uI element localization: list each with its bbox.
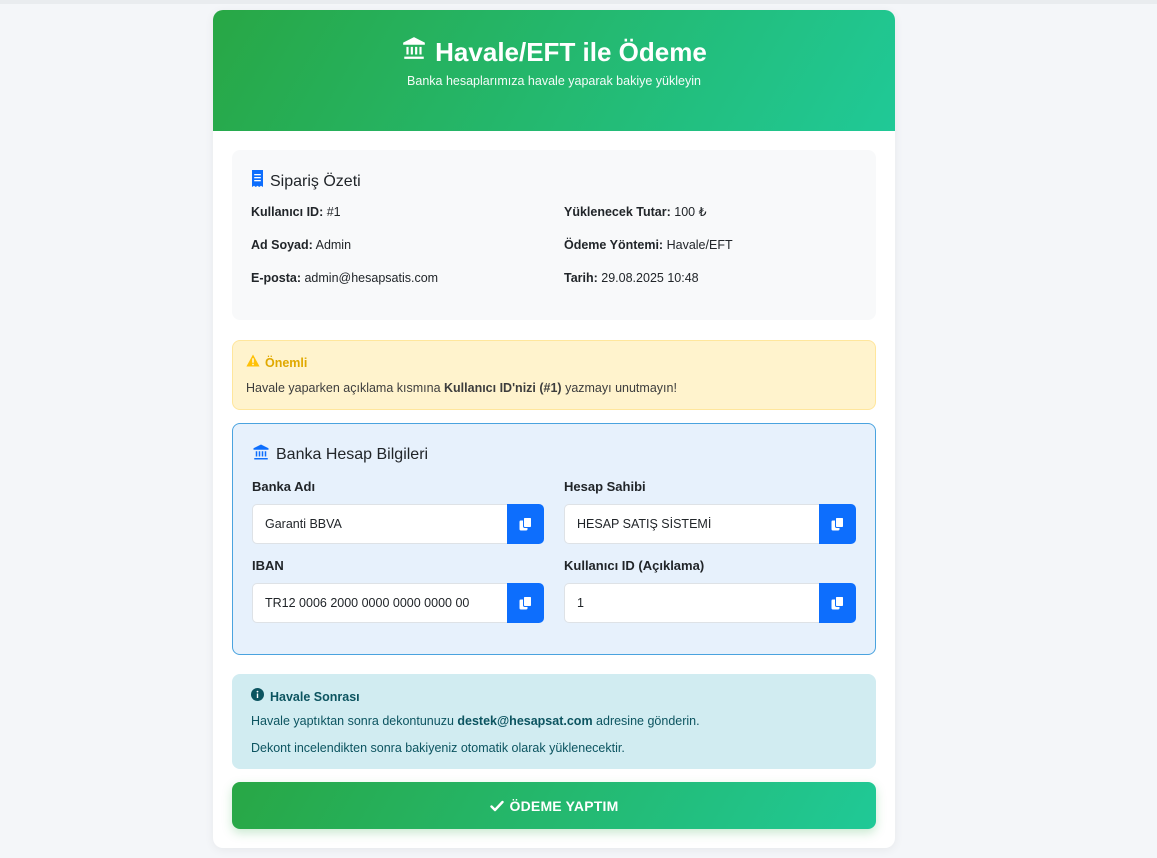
after-transfer-info: Havale Sonrası Havale yaptıktan sonra de… bbox=[232, 674, 876, 769]
payment-body: Sipariş Özeti Kullanıcı ID: #1 Yüklenece… bbox=[213, 131, 895, 829]
important-alert: Önemli Havale yaparken açıklama kısmına … bbox=[232, 340, 876, 410]
summary-date: Tarih: 29.08.2025 10:48 bbox=[564, 271, 857, 286]
account-holder-label: Hesap Sahibi bbox=[564, 479, 646, 494]
after-line1-before: Havale yaptıktan sonra dekontunuzu bbox=[251, 714, 458, 728]
bank-name-label: Banka Adı bbox=[252, 479, 316, 494]
payment-done-label: ÖDEME YAPTIM bbox=[509, 797, 619, 814]
copy-icon bbox=[519, 517, 532, 531]
page-subtitle: Banka hesaplarımıza havale yaparak bakiy… bbox=[407, 74, 701, 88]
user-id-description-label: Kullanıcı ID (Açıklama) bbox=[564, 558, 705, 573]
bank-name-field-group bbox=[252, 504, 544, 544]
summary-date-label: Tarih: bbox=[564, 271, 598, 285]
top-bar bbox=[0, 0, 1157, 4]
alert-text-before: Havale yaparken açıklama kısmına bbox=[246, 381, 445, 395]
account-holder-input[interactable] bbox=[564, 504, 819, 544]
bank-name-input[interactable] bbox=[252, 504, 507, 544]
account-holder-field-group bbox=[564, 504, 856, 544]
copy-account-holder-button[interactable] bbox=[819, 504, 856, 544]
user-id-description-field-group bbox=[564, 583, 856, 623]
copy-icon bbox=[831, 596, 844, 610]
summary-method-label: Ödeme Yöntemi: bbox=[564, 238, 664, 252]
summary-name-value: Admin bbox=[315, 238, 352, 252]
page-title: Havale/EFT ile Ödeme bbox=[213, 35, 895, 69]
important-alert-title-text: Önemli bbox=[265, 355, 308, 370]
summary-user-id-label: Kullanıcı ID: bbox=[251, 205, 324, 219]
after-transfer-title-text: Havale Sonrası bbox=[270, 689, 360, 704]
after-transfer-line-1: Havale yaptıktan sonra dekontunuzu deste… bbox=[251, 713, 857, 729]
page-title-text: Havale/EFT ile Ödeme bbox=[435, 37, 707, 67]
order-summary-title-text: Sipariş Özeti bbox=[270, 172, 361, 190]
account-holder-group: Hesap Sahibi bbox=[564, 479, 856, 544]
order-summary-title: Sipariş Özeti bbox=[251, 170, 857, 193]
bank-info-title-text: Banka Hesap Bilgileri bbox=[276, 446, 429, 463]
bank-icon bbox=[252, 443, 270, 467]
bank-name-group: Banka Adı bbox=[252, 479, 544, 544]
after-transfer-title: Havale Sonrası bbox=[251, 688, 857, 705]
payment-header: Havale/EFT ile Ödeme Banka hesaplarımıza… bbox=[213, 10, 895, 131]
summary-user-id-value: #1 bbox=[326, 205, 341, 219]
copy-bank-name-button[interactable] bbox=[507, 504, 544, 544]
user-id-description-group: Kullanıcı ID (Açıklama) bbox=[564, 558, 856, 623]
copy-iban-button[interactable] bbox=[507, 583, 544, 623]
after-line1-after: adresine gönderin. bbox=[592, 714, 700, 728]
summary-date-value: 29.08.2025 10:48 bbox=[601, 271, 699, 285]
summary-method: Ödeme Yöntemi: Havale/EFT bbox=[564, 238, 857, 253]
summary-method-value: Havale/EFT bbox=[666, 238, 733, 252]
alert-text-after: yazmayı unutmayın! bbox=[561, 381, 677, 395]
order-summary-grid: Kullanıcı ID: #1 Yüklenecek Tutar: 100 ₺… bbox=[251, 205, 857, 286]
iban-input[interactable] bbox=[252, 583, 507, 623]
summary-email-label: E-posta: bbox=[251, 271, 301, 285]
summary-name-label: Ad Soyad: bbox=[251, 238, 313, 252]
bank-account-info: Banka Hesap Bilgileri Banka Adı Hesap Sa… bbox=[232, 423, 876, 655]
summary-email-value: admin@hesapsatis.com bbox=[304, 271, 439, 285]
after-transfer-line-2: Dekont incelendikten sonra bakiyeniz oto… bbox=[251, 741, 625, 755]
info-circle-icon bbox=[251, 688, 264, 705]
user-id-description-input[interactable] bbox=[564, 583, 819, 623]
copy-user-id-button[interactable] bbox=[819, 583, 856, 623]
warning-triangle-icon bbox=[246, 354, 260, 371]
iban-group: IBAN bbox=[252, 558, 544, 623]
summary-name: Ad Soyad: Admin bbox=[251, 238, 564, 253]
copy-icon bbox=[519, 596, 532, 610]
check-icon bbox=[489, 800, 504, 811]
summary-email: E-posta: admin@hesapsatis.com bbox=[251, 271, 564, 286]
summary-amount-value: 100 ₺ bbox=[674, 205, 707, 219]
alert-text-bold: Kullanıcı ID'nizi (#1) bbox=[444, 381, 562, 395]
bank-icon bbox=[401, 35, 427, 69]
important-alert-message: Havale yaparken açıklama kısmına Kullanı… bbox=[246, 380, 862, 396]
summary-user-id: Kullanıcı ID: #1 bbox=[251, 205, 564, 220]
summary-amount: Yüklenecek Tutar: 100 ₺ bbox=[564, 205, 857, 220]
order-summary: Sipariş Özeti Kullanıcı ID: #1 Yüklenece… bbox=[232, 150, 876, 320]
receipt-icon bbox=[251, 170, 264, 193]
copy-icon bbox=[831, 517, 844, 531]
bank-info-title: Banka Hesap Bilgileri bbox=[252, 443, 856, 467]
iban-field-group bbox=[252, 583, 544, 623]
important-alert-title: Önemli bbox=[246, 354, 862, 371]
payment-done-button[interactable]: ÖDEME YAPTIM bbox=[232, 782, 876, 829]
iban-label: IBAN bbox=[252, 558, 284, 573]
summary-amount-label: Yüklenecek Tutar: bbox=[564, 205, 671, 219]
support-email-link[interactable]: destek@hesapsat.com bbox=[457, 714, 592, 728]
bank-fields-grid: Banka Adı Hesap Sahibi bbox=[252, 479, 856, 623]
payment-card: Havale/EFT ile Ödeme Banka hesaplarımıza… bbox=[213, 10, 895, 848]
